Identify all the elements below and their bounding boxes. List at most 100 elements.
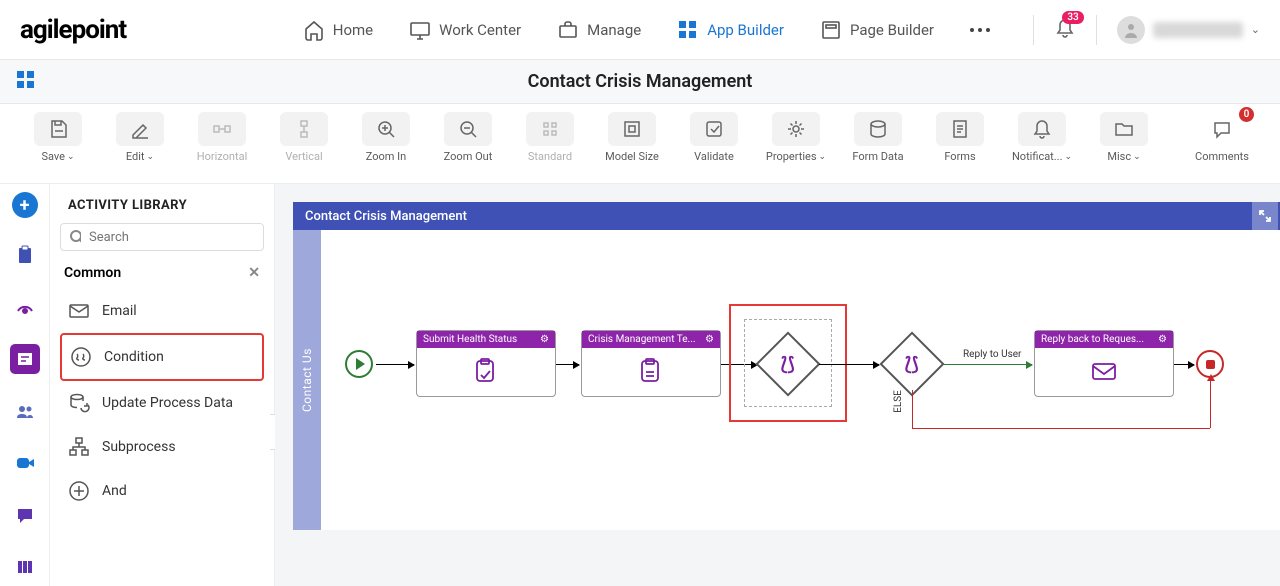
connector[interactable] [376,364,414,365]
lib-item-update-process[interactable]: Update Process Data [60,381,264,425]
misc-button[interactable]: Misc⌄ [1090,112,1158,163]
monitor-icon [409,19,431,41]
apps-icon [677,19,699,41]
lib-item-subprocess[interactable]: Subprocess [60,425,264,469]
connector[interactable] [556,364,579,365]
lib-item-email[interactable]: Email [60,289,264,333]
nav-manage[interactable]: Manage [557,19,641,41]
task-crisis-mgmt[interactable]: Crisis Management Te...⚙ [581,330,721,397]
username [1153,22,1243,38]
nav-label: Manage [587,21,641,39]
comment-badge: 0 [1239,107,1254,122]
forms-button[interactable]: Forms [926,112,994,163]
page-title: Contact Crisis Management [528,71,753,92]
start-node[interactable] [345,350,373,378]
subprocess-icon [66,434,92,460]
notifications-button[interactable]: 33 [1054,17,1076,43]
main-nav: Home Work Center Manage App Builder ⌃ Pa… [260,19,1033,41]
model-size-button[interactable]: Model Size [598,112,666,163]
rail-teams[interactable] [10,396,40,426]
task-title: Submit Health Status [423,334,517,345]
form-data-button[interactable]: Form Data [844,112,912,163]
rail-chat[interactable] [10,500,40,530]
lib-label: Update Process Data [102,395,233,411]
forms-icon [949,118,971,140]
nav-more[interactable] [970,28,990,32]
flow-area[interactable]: Submit Health Status ⚙ Crisis Management … [321,230,1280,530]
standard-icon [539,118,561,140]
database-icon [867,118,889,140]
bell-icon [1031,118,1053,140]
zoom-out-button[interactable]: Zoom Out [434,112,502,163]
chevron-down-icon: ⌄ [819,152,827,162]
header: agilepoint Home Work Center Manage App B… [0,0,1280,60]
condition-node-2[interactable]: ⟅⟆ [889,341,935,387]
close-icon[interactable]: ✕ [248,265,260,281]
vertical-button[interactable]: Vertical [270,112,338,163]
task-reply-back[interactable]: Reply back to Reques... ⚙ [1034,330,1174,397]
zoom-in-button[interactable]: Zoom In [352,112,420,163]
connector-label: Reply to User [963,349,1021,360]
rail-add[interactable]: + [12,192,38,218]
grid-icon [16,70,36,90]
user-menu[interactable]: ⌄ [1117,16,1260,44]
nav-work-center[interactable]: Work Center [409,19,521,41]
chevron-down-icon: ⌄ [147,152,155,162]
model-size-icon [621,118,643,140]
horizontal-button[interactable]: Horizontal [188,112,256,163]
lib-item-and[interactable]: And [60,469,264,513]
gear-icon[interactable]: ⚙ [1158,334,1167,345]
condition-icon: ⟅⟆ [781,353,795,374]
and-icon [66,478,92,504]
divider [1033,15,1034,45]
nav-page-builder[interactable]: Page Builder [820,19,934,41]
connector-reply[interactable] [942,364,1032,365]
edit-button[interactable]: Edit⌄ [106,112,174,163]
connector-else-h[interactable] [912,428,1210,429]
connector-else-v[interactable] [912,390,913,428]
save-button[interactable]: Save⌄ [24,112,92,163]
library-search[interactable] [60,223,264,251]
vertical-icon [293,118,315,140]
save-icon [47,118,69,140]
standard-button[interactable]: Standard [516,112,584,163]
canvas-body[interactable]: Contact Us Submit Health Status ⚙ Crisis … [293,230,1280,530]
gear-icon[interactable]: ⚙ [705,334,714,345]
search-icon [69,229,81,245]
connector[interactable] [1174,364,1194,365]
condition-node-1[interactable]: ⟅⟆ [765,341,811,387]
notifications-tool-button[interactable]: Notificat...⌄ [1008,112,1076,163]
task-submit-health[interactable]: Submit Health Status ⚙ [416,330,556,397]
rail-columns[interactable] [10,552,40,582]
group-label: Common [64,265,121,281]
rail-gauge[interactable] [10,292,40,322]
lib-label: Subprocess [102,439,176,455]
notification-badge: 33 [1062,11,1083,24]
rail-clipboard[interactable] [10,240,40,270]
chevron-down-icon: ⌄ [1251,23,1260,36]
rail-form[interactable] [10,344,40,374]
rail-video[interactable] [10,448,40,478]
gear-icon [785,118,807,140]
gauge-icon [15,297,35,317]
validate-button[interactable]: Validate [680,112,748,163]
properties-button[interactable]: Properties⌄ [762,112,830,163]
comments-button[interactable]: 0 Comments [1188,112,1256,163]
nav-app-builder[interactable]: App Builder ⌃ [677,19,784,41]
search-input[interactable] [89,230,255,245]
library-group-header[interactable]: Common ✕ [60,261,264,289]
lib-item-condition[interactable]: Condition [60,333,264,381]
end-node[interactable] [1196,350,1224,378]
connector[interactable] [819,364,879,365]
vertical-tab[interactable]: Contact Us [293,230,321,530]
clipboard-check-icon [471,357,501,387]
folder-icon [1113,118,1135,140]
teams-icon [15,401,35,421]
task-title: Reply back to Reques... [1041,334,1144,345]
nav-home[interactable]: Home [303,19,373,41]
apps-grid-button[interactable] [16,70,36,94]
gear-icon[interactable]: ⚙ [540,334,549,345]
expand-button[interactable] [1252,202,1278,230]
connector-else-up[interactable] [1210,380,1211,428]
house-icon [303,19,325,41]
